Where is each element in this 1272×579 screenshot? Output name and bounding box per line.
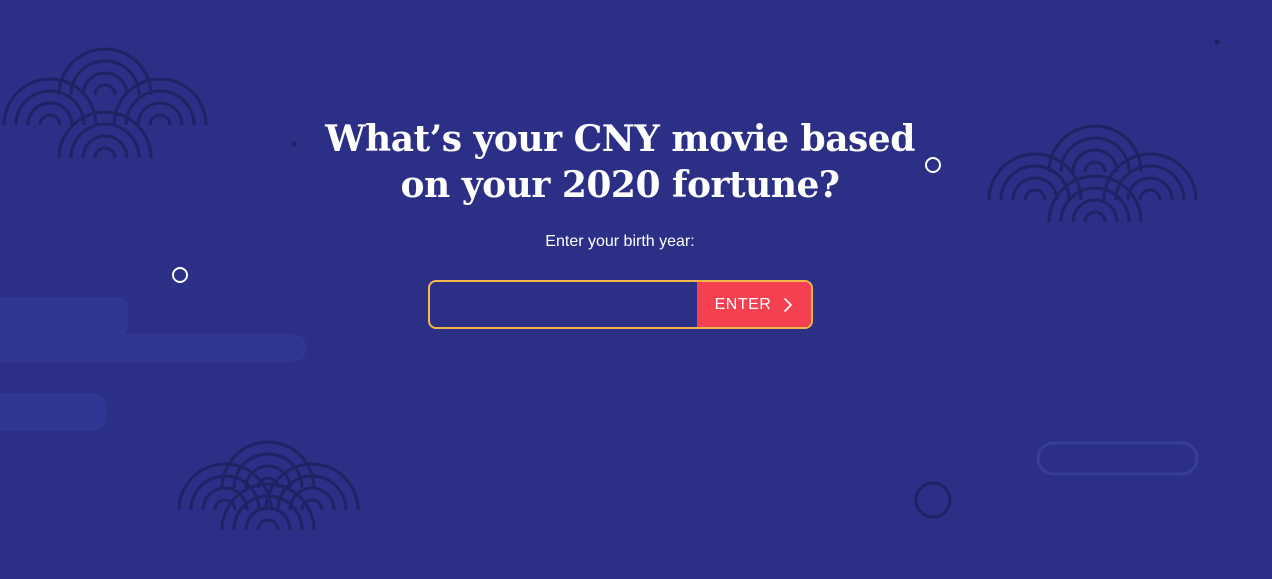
enter-button[interactable]: ENTER <box>697 282 811 327</box>
cloud-shapes-left <box>0 297 306 431</box>
chevron-right-icon <box>784 297 793 312</box>
circle-decoration <box>172 267 188 283</box>
page-title: What’s your CNY movie based on your 2020… <box>0 116 1240 208</box>
circle-decoration <box>914 481 952 519</box>
birth-year-prompt: Enter your birth year: <box>545 233 695 250</box>
pill-decoration <box>1036 441 1199 476</box>
dot-decoration <box>1214 39 1220 45</box>
title-line-1: What’s your CNY movie based <box>325 118 915 160</box>
birth-year-input[interactable] <box>430 282 697 327</box>
enter-button-label: ENTER <box>714 295 772 313</box>
birth-year-form: ENTER <box>428 280 813 329</box>
wave-pattern-bottom-left <box>177 440 360 532</box>
title-line-2: on your 2020 fortune? <box>400 164 841 206</box>
